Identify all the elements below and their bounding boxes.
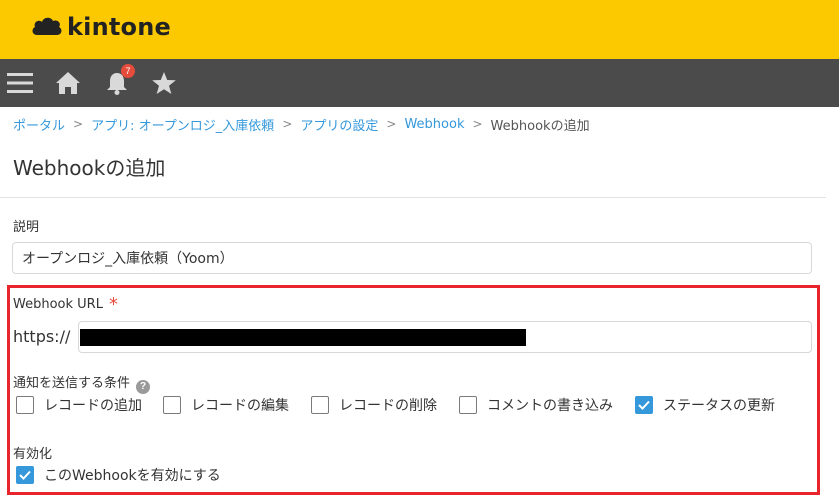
notification-badge: 7	[121, 64, 135, 78]
app-header: kintone	[0, 0, 839, 59]
condition-record-delete[interactable]: レコードの削除	[311, 395, 437, 415]
url-scheme-prefix: https://	[13, 327, 71, 346]
conditions-label: 通知を送信する条件?	[13, 372, 151, 394]
description-value: オープンロジ_入庫依頼（Yoom）	[22, 251, 234, 267]
checkbox-unchecked[interactable]	[16, 396, 34, 414]
conditions-label-text: 通知を送信する条件	[13, 376, 131, 391]
required-mark: *	[108, 294, 118, 315]
redacted-url	[80, 329, 526, 346]
webhook-url-label: Webhook URL *	[13, 292, 118, 315]
home-icon[interactable]	[54, 59, 82, 107]
breadcrumb-app-settings[interactable]: アプリの設定	[300, 115, 378, 134]
global-nav: 7	[0, 59, 839, 107]
checkbox-unchecked[interactable]	[163, 396, 181, 414]
notification-bell-icon[interactable]: 7	[103, 59, 135, 107]
checkmark-icon	[638, 400, 650, 410]
help-icon[interactable]: ?	[136, 379, 151, 394]
breadcrumb-separator: >	[282, 117, 293, 131]
description-input[interactable]: オープンロジ_入庫依頼（Yoom）	[12, 242, 812, 274]
checkmark-icon	[19, 470, 31, 480]
page-title: Webhookの追加	[13, 156, 166, 180]
kintone-logo[interactable]: kintone	[30, 12, 171, 42]
condition-label: ステータスの更新	[663, 398, 775, 414]
title-divider	[0, 197, 826, 198]
checkbox-checked[interactable]	[16, 466, 34, 484]
checkbox-unchecked[interactable]	[311, 396, 329, 414]
breadcrumb-current: Webhookの追加	[490, 118, 590, 134]
breadcrumb-app[interactable]: アプリ: オープンロジ_入庫依頼	[91, 115, 274, 134]
breadcrumb: ポータル > アプリ: オープンロジ_入庫依頼 > アプリの設定 > Webho…	[13, 115, 590, 134]
breadcrumb-separator: >	[73, 117, 84, 131]
condition-record-edit[interactable]: レコードの編集	[163, 395, 289, 415]
breadcrumb-separator: >	[472, 117, 483, 131]
enable-webhook-option[interactable]: このWebhookを有効にする	[16, 465, 221, 485]
condition-comment[interactable]: コメントの書き込み	[459, 395, 613, 415]
breadcrumb-separator: >	[386, 117, 397, 131]
webhook-url-label-text: Webhook URL	[13, 297, 103, 312]
cloud-logo-icon	[32, 17, 62, 35]
enable-label: 有効化	[13, 447, 53, 462]
condition-record-add[interactable]: レコードの追加	[16, 395, 142, 415]
checkbox-unchecked[interactable]	[459, 396, 477, 414]
condition-status-update[interactable]: ステータスの更新	[635, 395, 775, 415]
condition-label: コメントの書き込み	[487, 398, 613, 414]
checkbox-checked[interactable]	[635, 396, 653, 414]
star-icon[interactable]	[150, 59, 178, 107]
condition-label: レコードの追加	[44, 398, 142, 414]
breadcrumb-portal[interactable]: ポータル	[13, 115, 65, 134]
condition-label: レコードの削除	[339, 398, 437, 414]
menu-icon[interactable]	[6, 59, 34, 107]
breadcrumb-webhook[interactable]: Webhook	[404, 117, 464, 132]
enable-checkbox-label: このWebhookを有効にする	[44, 468, 221, 484]
logo-text: kintone	[67, 13, 171, 41]
description-label: 説明	[13, 220, 40, 235]
condition-label: レコードの編集	[191, 398, 289, 414]
